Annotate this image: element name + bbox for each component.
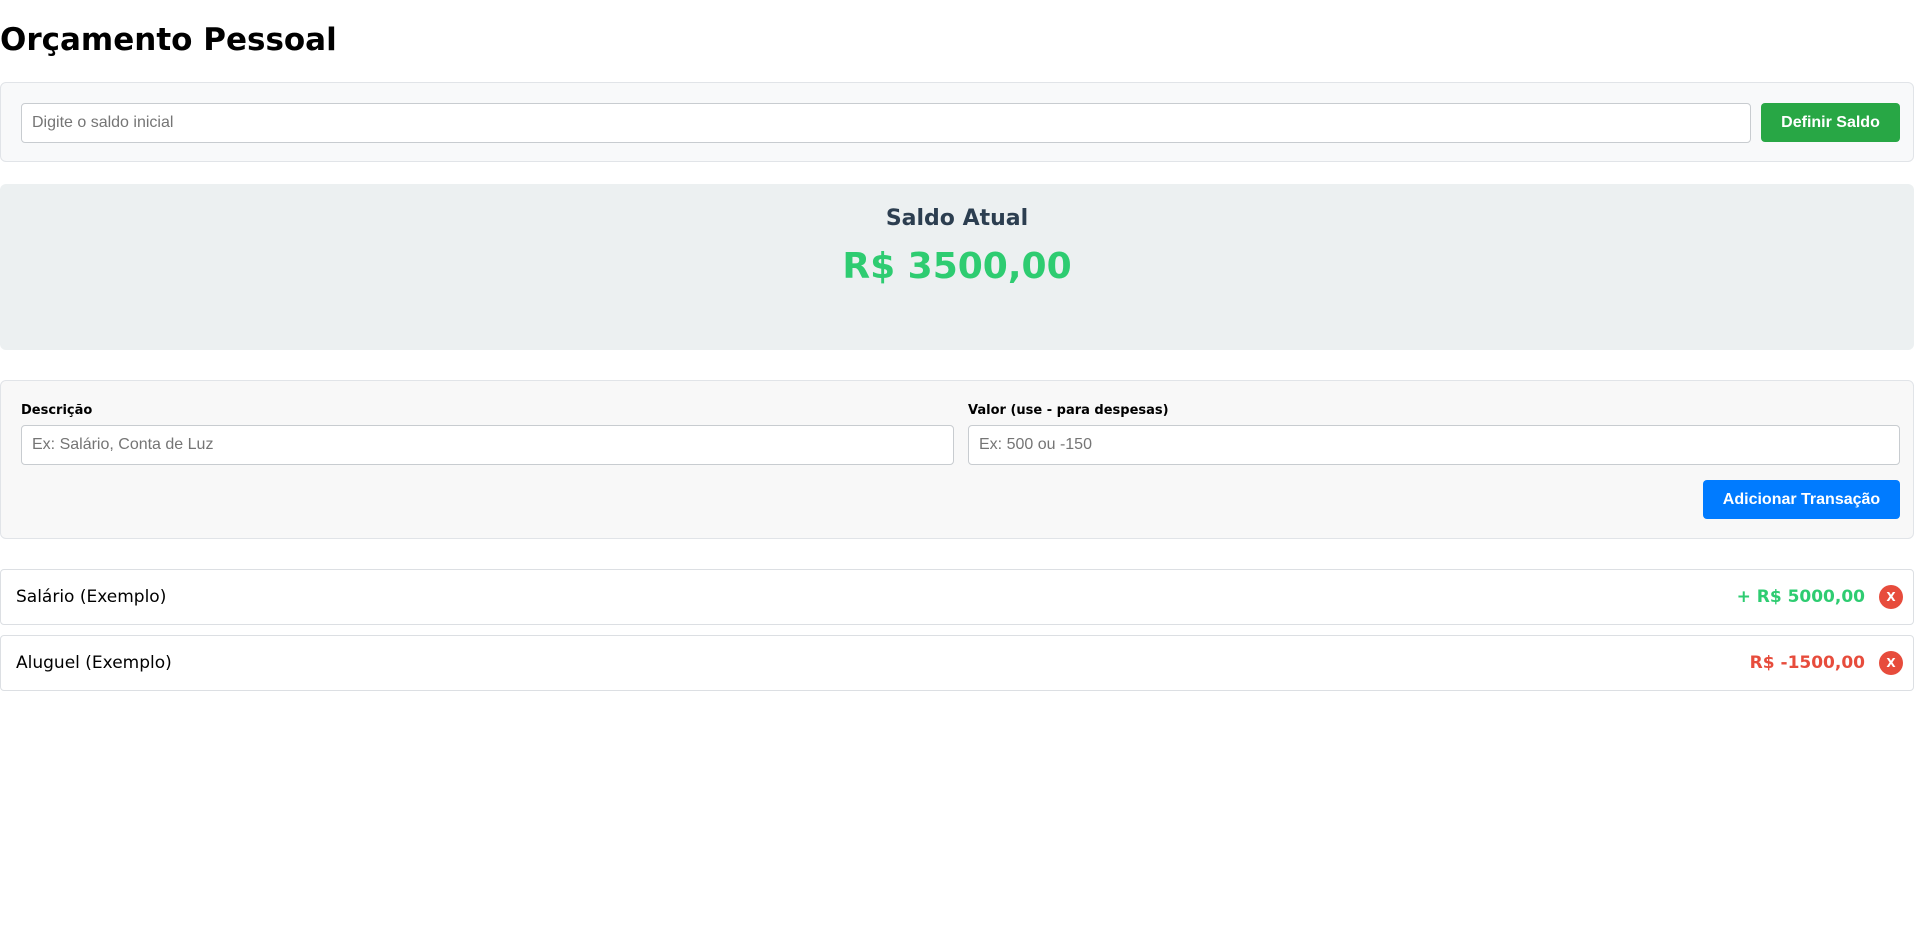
transaction-description: Salário (Exemplo) [16, 587, 167, 607]
initial-balance-panel: Definir Saldo [0, 82, 1914, 162]
add-transaction-button[interactable]: Adicionar Transação [1703, 480, 1900, 519]
transaction-description: Aluguel (Exemplo) [16, 653, 172, 673]
delete-transaction-button[interactable]: X [1879, 651, 1903, 675]
amount-input[interactable] [968, 425, 1900, 465]
budget-app: Orçamento Pessoal Definir Saldo Saldo At… [0, 0, 1914, 935]
transaction-item: Aluguel (Exemplo) R$ -1500,00 X [0, 635, 1914, 691]
transaction-amount: + R$ 5000,00 [1736, 587, 1865, 607]
balance-value: R$ 3500,00 [842, 246, 1072, 287]
transaction-form: Descrição Valor (use - para despesas) Ad… [0, 380, 1914, 539]
balance-panel: Saldo Atual R$ 3500,00 [0, 184, 1914, 350]
transaction-list: Salário (Exemplo) + R$ 5000,00 X Aluguel… [0, 569, 1914, 701]
transaction-amount: R$ -1500,00 [1749, 653, 1865, 673]
initial-balance-input[interactable] [21, 103, 1751, 143]
description-input[interactable] [21, 425, 954, 465]
balance-title: Saldo Atual [885, 206, 1029, 231]
description-label: Descrição [21, 403, 93, 418]
transaction-item: Salário (Exemplo) + R$ 5000,00 X [0, 569, 1914, 625]
set-balance-button[interactable]: Definir Saldo [1761, 103, 1900, 142]
page-title: Orçamento Pessoal [0, 22, 337, 58]
delete-transaction-button[interactable]: X [1879, 585, 1903, 609]
amount-label: Valor (use - para despesas) [968, 403, 1169, 418]
